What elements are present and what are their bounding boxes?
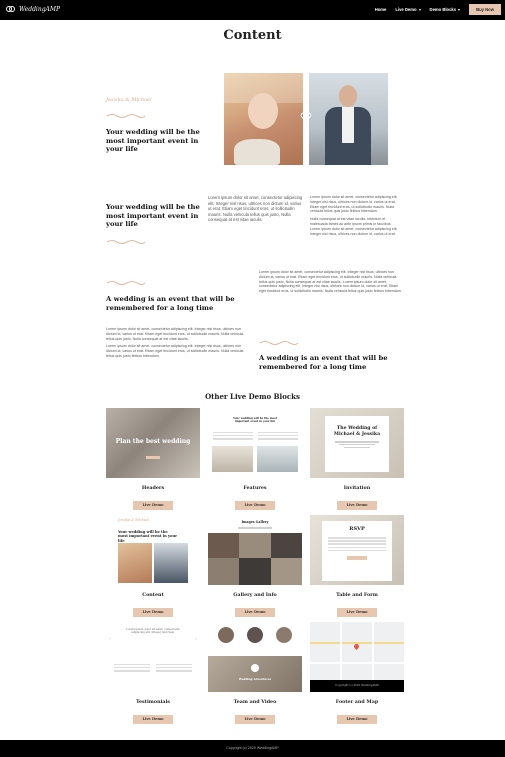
demo-card-features: Your wedding will be the most important … (208, 408, 302, 510)
section2-paragraph-2: Nulla consequat at est vitae iaculis. In… (310, 217, 398, 236)
chevron-right-icon: › (195, 636, 197, 642)
live-demo-button[interactable]: Live Demo (235, 500, 275, 510)
nav-demo-blocks-label: Demo Blocks (429, 7, 457, 12)
headers-thumb-text: Plan the best wedding (115, 438, 191, 445)
demo-card-invitation: The Wedding of Michael & Jessika Invitat… (310, 408, 404, 510)
live-demo-button[interactable]: Live Demo (133, 607, 173, 617)
other-blocks-title: Other Live Demo Blocks (205, 392, 300, 401)
bride-photo (224, 73, 303, 165)
demo-card-gallery: Images Gallery Gallery and Info Live Dem… (208, 515, 302, 617)
content-thumb-text: Your wedding will be the most important … (118, 530, 178, 543)
section4-paragraph-2: Lorem ipsum dolor sit amet, consectetur … (106, 344, 244, 358)
demo-card-content: Jessika & Michael Your wedding will be t… (106, 515, 200, 617)
section4-heading: A wedding is an event that will be remem… (259, 354, 388, 371)
nav-demo-blocks[interactable]: Demo Blocks (430, 7, 461, 12)
card-title: Footer and Map (335, 699, 379, 705)
chevron-down-icon (458, 8, 461, 11)
card-title: Gallery and Info (233, 592, 277, 598)
live-demo-button[interactable]: Live Demo (337, 714, 377, 724)
invitation-thumb-text: The Wedding of Michael & Jessika (333, 426, 381, 437)
demo-card-footer-map: Copyright (c) 2020 WeddingAMP Footer and… (310, 622, 404, 724)
map-pin-icon (352, 642, 361, 651)
card-title: Table and Form (336, 592, 378, 598)
nav-home[interactable]: Home (375, 7, 387, 12)
gallery-thumb-text: Images Gallery (241, 520, 269, 524)
card-title: Team and Video (233, 699, 277, 705)
demo-card-testimonials: Lorem ipsum dolor sit amet, consectetur … (106, 622, 200, 724)
section2-paragraph-large: Lorem ipsum dolor sit amet, consectetur … (208, 195, 303, 223)
top-nav: WeddingAMP Home Live Demo Demo Blocks Bu… (0, 0, 505, 20)
content-thumb[interactable]: Jessika & Michael Your wedding will be t… (106, 515, 200, 585)
live-demo-button[interactable]: Live Demo (133, 714, 173, 724)
card-title: Testimonials (135, 699, 171, 705)
nav-live-demo[interactable]: Live Demo (395, 7, 421, 12)
demo-card-team-video: Wedding Adventures Team and Video Live D… (208, 622, 302, 724)
card-title: Invitation (343, 485, 371, 491)
section2-paragraph-1: Lorem ipsum dolor sit amet, consectetur … (310, 195, 398, 214)
live-demo-button[interactable]: Live Demo (337, 500, 377, 510)
invitation-thumb[interactable]: The Wedding of Michael & Jessika (310, 408, 404, 478)
section4-paragraph-1: Lorem ipsum dolor sit amet, consectetur … (106, 327, 244, 341)
wave-divider-icon (106, 239, 146, 244)
card-title: Headers (141, 485, 165, 491)
buy-now-button[interactable]: Buy Now (469, 4, 501, 15)
testimonials-thumb-text: Lorem ipsum dolor sit amet, consectetur … (126, 628, 180, 635)
avatar (218, 627, 234, 643)
copyright-text: Copyright (c) 2020 WeddingAMP (226, 746, 279, 750)
chevron-down-icon (418, 8, 421, 11)
demo-card-headers: Plan the best wedding Headers Live Demo (106, 408, 200, 510)
team-video-thumb-text: Wedding Adventures (238, 677, 272, 681)
play-icon (251, 664, 259, 672)
features-thumb[interactable]: Your wedding will be the most important … (208, 408, 302, 478)
headers-thumb[interactable]: Plan the best wedding (106, 408, 200, 478)
couple-names: Jessika & Michael (106, 97, 152, 103)
team-video-thumb[interactable]: Wedding Adventures (208, 622, 302, 692)
footer: Copyright (c) 2020 WeddingAMP (0, 740, 505, 757)
live-demo-button[interactable]: Live Demo (235, 714, 275, 724)
logo-text: WeddingAMP (19, 5, 61, 13)
table-form-thumb-text: RSVP (349, 526, 365, 532)
chevron-left-icon: ‹ (109, 636, 111, 642)
section1-heading: Your wedding will be the most important … (106, 128, 200, 153)
nav-live-demo-label: Live Demo (395, 7, 417, 12)
logo[interactable]: WeddingAMP (6, 4, 60, 14)
live-demo-button[interactable]: Live Demo (337, 607, 377, 617)
avatar (276, 627, 292, 643)
live-demo-button[interactable]: Live Demo (133, 500, 173, 510)
heart-icon (300, 112, 312, 122)
page-title: Content (223, 28, 282, 43)
wave-divider-icon (106, 114, 146, 118)
gallery-thumb[interactable]: Images Gallery (208, 515, 302, 585)
rings-icon (6, 4, 16, 14)
features-thumb-text: Your wedding will be the most important … (233, 417, 277, 424)
footer-map-thumb[interactable]: Copyright (c) 2020 WeddingAMP (310, 622, 404, 692)
footer-map-thumb-text: Copyright (c) 2020 WeddingAMP (310, 680, 404, 692)
demo-card-table-form: RSVP Table and Form Live Demo (310, 515, 404, 617)
testimonials-thumb[interactable]: Lorem ipsum dolor sit amet, consectetur … (106, 622, 200, 692)
wave-divider-icon (106, 281, 146, 285)
wave-divider-icon (259, 341, 299, 345)
section3-paragraph: Lorem ipsum dolor sit amet, consectetur … (259, 270, 402, 294)
live-demo-button[interactable]: Live Demo (235, 607, 275, 617)
groom-photo (309, 73, 388, 165)
section2-heading: Your wedding will be the most important … (106, 203, 200, 228)
section3-heading: A wedding is an event that will be remem… (106, 295, 235, 312)
card-title: Content (142, 592, 164, 598)
card-title: Features (243, 485, 267, 491)
table-form-thumb[interactable]: RSVP (310, 515, 404, 585)
content-thumb-names: Jessika & Michael (118, 518, 149, 522)
avatar (247, 627, 263, 643)
